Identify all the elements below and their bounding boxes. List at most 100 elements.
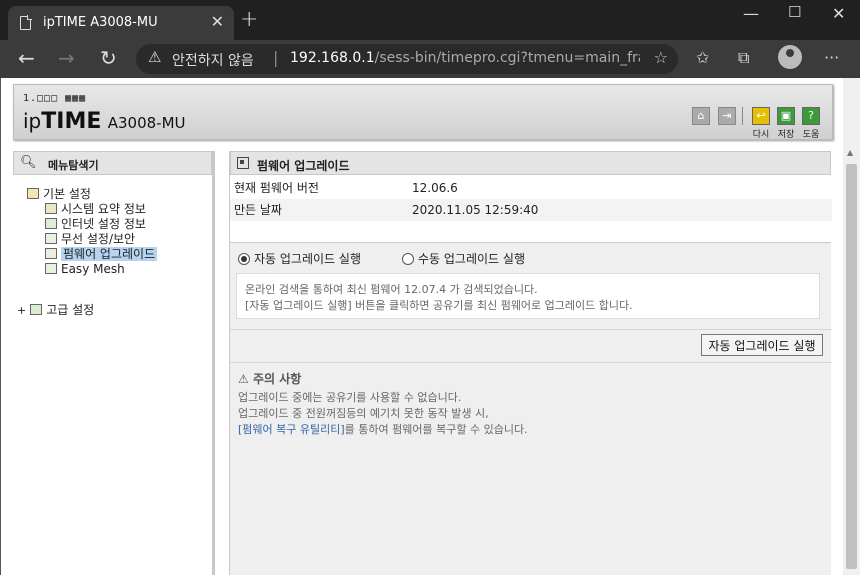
tree-item-label: 인터넷 설정 정보 [61, 217, 146, 231]
search-icon: 🔍︎ [20, 155, 37, 170]
notice-title: 주의 사항 [252, 372, 302, 386]
main-header: 펌웨어 업그레이드 [230, 151, 831, 175]
tree-item-wireless-security[interactable]: 무선 설정/보안 [45, 232, 135, 247]
logout-icon[interactable]: ⇥ [718, 107, 736, 125]
expand-plus-icon[interactable]: + [17, 304, 26, 317]
tree-item-internet-settings[interactable]: 인터넷 설정 정보 [45, 217, 146, 232]
page-title: 펌웨어 업그레이드 [257, 159, 350, 173]
maximize-icon[interactable]: ☐ [788, 3, 801, 21]
chart-icon [45, 203, 57, 214]
browser-titlebar: ipTIME A3008-MU ✕ + — ☐ ✕ [0, 0, 860, 40]
url-path: /sess-bin/timepro.cgi?tmenu=main_fra... [374, 50, 640, 66]
notice-line-2: 업그레이드 중 전원꺼짐등의 예기치 못한 동작 발생 시, [238, 407, 489, 420]
warning-triangle-icon: ⚠ [238, 372, 249, 386]
network-icon [45, 218, 57, 229]
security-label[interactable]: 안전하지 않음 [172, 50, 254, 70]
upgrade-mode-selector: 자동 업그레이드 실행 수동 업그레이드 실행 [230, 245, 832, 271]
new-tab-icon[interactable]: + [240, 7, 258, 32]
folder-settings-icon [27, 188, 39, 199]
notice-section: ⚠ 주의 사항 업그레이드 중에는 공유기를 사용할 수 없습니다. 업그레이드… [238, 371, 528, 438]
help-icon[interactable]: ? [802, 107, 820, 125]
window-icon [237, 157, 249, 169]
tree-item-label: 무선 설정/보안 [61, 232, 136, 246]
favorite-star-icon[interactable]: ☆ [654, 48, 668, 67]
address-bar[interactable]: ⚠ 안전하지 않음 | 192.168.0.1/sess-bin/timepro… [136, 44, 678, 74]
page-icon [20, 15, 32, 30]
message-line-2: [자동 업그레이드 실행] 버튼을 클릭하면 공유기를 최신 펌웨어로 업그레이… [245, 299, 633, 312]
notice-line-3: [펌웨어 복구 유틸리티]를 통하여 펌웨어를 복구할 수 있습니다. [238, 422, 528, 438]
radio-auto-upgrade[interactable]: 자동 업그레이드 실행 [238, 250, 361, 267]
minimize-icon[interactable]: — [743, 4, 759, 23]
radio-manual-upgrade[interactable]: 수동 업그레이드 실행 [402, 250, 525, 267]
tree-item-label: 시스템 요약 정보 [61, 202, 146, 216]
divider [230, 329, 832, 330]
back-icon[interactable]: ← [18, 46, 35, 70]
url-text[interactable]: 192.168.0.1/sess-bin/timepro.cgi?tmenu=m… [290, 50, 640, 66]
page-viewport: 1.□□□ ▦▦▦ ipTIME A3008-MU ⌂ ⇥ ↩ 다시 ▣ 저장 … [0, 78, 860, 575]
radio-dot[interactable] [402, 253, 414, 265]
radio-dot-checked[interactable] [238, 253, 250, 265]
notice-line-1: 업그레이드 중에는 공유기를 사용할 수 없습니다. [238, 391, 462, 404]
save-icon[interactable]: ▣ [777, 107, 795, 125]
divider [230, 362, 832, 363]
browser-tab[interactable]: ipTIME A3008-MU ✕ [8, 6, 234, 40]
notice-header: ⚠ 주의 사항 [238, 371, 528, 387]
main-panel: 펌웨어 업그레이드 현재 펌웨어 버전 12.06.6 만든 날짜 2020.1… [229, 151, 832, 575]
info-value: 12.06.6 [412, 181, 458, 195]
home-icon[interactable]: ⌂ [692, 107, 710, 125]
warning-icon[interactable]: ⚠ [148, 48, 161, 66]
collections-icon[interactable]: ⧉ [738, 48, 749, 68]
search-result-message: 온라인 검색을 통하여 최신 펌웨어 12.07.4 가 검색되었습니다. [자… [236, 273, 820, 319]
auto-upgrade-button[interactable]: 자동 업그레이드 실행 [701, 334, 823, 356]
firmware-icon [45, 248, 57, 259]
browser-toolbar: ← → ↻ ⚠ 안전하지 않음 | 192.168.0.1/sess-bin/t… [0, 40, 860, 78]
tree-basic-settings[interactable]: 기본 설정 [27, 187, 91, 202]
tree-item-firmware-upgrade[interactable]: 펌웨어 업그레이드 [45, 247, 158, 262]
radio-auto-label[interactable]: 자동 업그레이드 실행 [254, 252, 361, 266]
address-separator: | [273, 48, 279, 67]
scroll-up-icon[interactable]: ▲ [847, 148, 853, 157]
menu-explorer-header: 🔍︎ 메뉴탐색기 [13, 151, 212, 175]
header-divider [742, 107, 743, 125]
folder-advanced-icon [30, 304, 43, 315]
info-row-version: 현재 펌웨어 버전 12.06.6 [230, 177, 832, 199]
scrollbar-thumb[interactable] [846, 164, 857, 569]
info-row-build-date: 만든 날짜 2020.11.05 12:59:40 [230, 199, 832, 221]
page-scrollbar[interactable]: ▲ [843, 78, 860, 575]
close-tab-icon[interactable]: ✕ [211, 12, 224, 31]
logo-time: TIME [41, 109, 102, 134]
profile-avatar[interactable] [778, 45, 802, 69]
firmware-info-table: 현재 펌웨어 버전 12.06.6 만든 날짜 2020.11.05 12:59… [230, 175, 832, 243]
menu-explorer-title: 메뉴탐색기 [48, 159, 99, 172]
more-menu-icon[interactable]: ··· [824, 48, 839, 67]
advanced-settings-label: 고급 설정 [46, 303, 95, 317]
info-key: 현재 펌웨어 버전 [234, 181, 319, 195]
refresh-icon[interactable]: ↻ [100, 46, 117, 70]
window-close-icon[interactable]: ✕ [832, 4, 845, 23]
notice-line-3-text: 를 통하여 펌웨어를 복구할 수 있습니다. [344, 423, 528, 436]
tree-item-system-summary[interactable]: 시스템 요약 정보 [45, 202, 146, 217]
tree-item-label-selected: 펌웨어 업그레이드 [61, 247, 158, 261]
back-button-icon[interactable]: ↩ [752, 107, 770, 125]
favorites-icon[interactable]: ✩ [696, 48, 709, 67]
basic-settings-label: 기본 설정 [43, 187, 91, 201]
radio-manual-label[interactable]: 수동 업그레이드 실행 [418, 252, 525, 266]
help-button-label[interactable]: 도움 [799, 127, 823, 140]
info-key: 만든 날짜 [234, 203, 282, 217]
tree-item-easy-mesh[interactable]: Easy Mesh [45, 262, 125, 277]
save-button-label[interactable]: 저장 [774, 127, 798, 140]
url-host: 192.168.0.1 [290, 50, 375, 66]
message-line-1: 온라인 검색을 통하여 최신 펌웨어 12.07.4 가 검색되었습니다. [245, 283, 538, 296]
logo-ip: ip [23, 109, 42, 133]
router-header: 1.□□□ ▦▦▦ ipTIME A3008-MU ⌂ ⇥ ↩ 다시 ▣ 저장 … [13, 84, 833, 140]
info-value: 2020.11.05 12:59:40 [412, 203, 539, 217]
model-name: A3008-MU [107, 114, 186, 132]
wireless-icon [45, 233, 57, 244]
tab-title: ipTIME A3008-MU [43, 15, 158, 30]
logo-mark: 1.□□□ ▦▦▦ [23, 93, 87, 104]
forward-icon[interactable]: → [58, 46, 75, 70]
back-button-label[interactable]: 다시 [749, 127, 773, 140]
iptime-logo: ipTIME A3008-MU [23, 109, 186, 134]
recovery-utility-link[interactable]: [펌웨어 복구 유틸리티] [238, 423, 345, 436]
tree-advanced-settings[interactable]: + 고급 설정 [17, 303, 94, 318]
